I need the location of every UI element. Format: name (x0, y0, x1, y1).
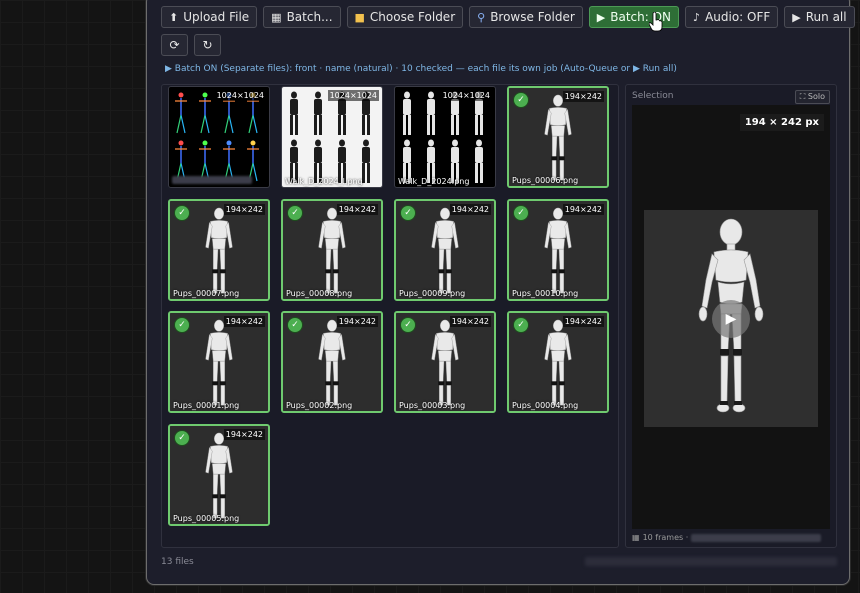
check-icon[interactable]: ✓ (513, 317, 529, 333)
check-icon[interactable]: ✓ (174, 204, 190, 221)
file-name: Pups_00005.png (173, 513, 240, 523)
refresh-icon: ⟳ (169, 38, 180, 52)
file-name: Pups_00003.png (399, 401, 466, 410)
frames-info: ▦ 10 frames · (632, 533, 822, 542)
choose-folder-button[interactable]: ■ Choose Folder (346, 6, 464, 28)
batch-status-text: ▶ Batch ON (Separate files): front · nam… (165, 64, 677, 74)
file-name: Walk_D_2024_l.png (285, 177, 363, 186)
frames-icon: ▦ (632, 533, 640, 542)
file-name: Pups_00010.png (512, 288, 579, 298)
solo-button[interactable]: ⛶ Solo (794, 90, 830, 104)
thumbnail-image (169, 87, 269, 187)
dimensions-label: 1024×1024 (440, 90, 492, 101)
file-tile[interactable]: 1024×1024 Walk_D_2024.png (394, 86, 496, 188)
dimensions-label: 194×242 (223, 428, 265, 440)
folder-icon: ■ (354, 10, 365, 24)
file-name: Pups_00008.png (286, 288, 353, 298)
dimensions-label: 194×242 (449, 203, 491, 215)
check-icon[interactable]: ✓ (174, 317, 190, 333)
file-tile[interactable]: 194×242 Pups_00005.png ✓ (168, 423, 270, 526)
check-icon[interactable]: ✓ (287, 317, 303, 333)
refresh-button[interactable]: ⟳ (161, 34, 188, 56)
file-tile[interactable]: 194×242 Pups_00003.png ✓ (394, 311, 496, 413)
dimensions-label: 194×242 (223, 203, 265, 215)
file-name: Pups_00002.png (286, 401, 353, 410)
file-name: Walk_D_2024.png (398, 177, 470, 186)
file-tile[interactable]: 194×242 Pups_00010.png ✓ (507, 198, 609, 301)
dimensions-label: 194×242 (336, 203, 378, 215)
upload-icon: ⬆ (169, 10, 179, 24)
file-tile[interactable]: 1024×1024 Walk_D_2024_l.png (281, 86, 383, 188)
file-tile[interactable]: 194×242 Pups_00008.png ✓ (281, 198, 383, 301)
dimensions-badge: 194 × 242 px (739, 114, 824, 131)
dimensions-label: 1024×1024 (327, 90, 379, 101)
audio-toggle-button[interactable]: ♪ Audio: OFF (685, 6, 779, 28)
batch-toggle-button[interactable]: ▶ Batch: ON (588, 6, 680, 28)
secondary-toolbar: ⟳ ↻ (161, 34, 221, 56)
file-tile[interactable]: 1024×1024 (168, 86, 270, 188)
redacted-path (585, 557, 837, 566)
dimensions-label: 194×242 (223, 316, 265, 327)
file-tile[interactable]: 194×242 Pups_00002.png ✓ (281, 311, 383, 413)
batch-button[interactable]: ▦ Batch... (263, 6, 341, 28)
toolbar: ⬆ Upload File ▦ Batch... ■ Choose Folder ⚲ B… (161, 6, 855, 28)
thumbnail-image (395, 87, 495, 187)
film-icon: ▦ (271, 10, 282, 24)
file-name: Pups_00001.png (173, 401, 240, 410)
redacted-info (691, 533, 822, 542)
reload-button[interactable]: ↻ (194, 34, 221, 56)
dimensions-label: 1024×1024 (214, 90, 266, 101)
file-tile[interactable]: 194×242 Pups_00009.png ✓ (394, 198, 496, 301)
check-icon[interactable]: ✓ (400, 204, 416, 221)
hand-cursor-icon (649, 12, 663, 32)
browse-folder-button[interactable]: ⚲ Browse Folder (469, 6, 583, 28)
dimensions-label: 194×242 (562, 91, 604, 102)
batch-panel: ⬆ Upload File ▦ Batch... ■ Choose Folder ⚲ B… (146, 0, 855, 585)
file-tile[interactable]: 194×242 Pups_00007.png ✓ (168, 198, 270, 301)
check-icon[interactable]: ✓ (400, 317, 416, 333)
file-name: Pups_00004.png (512, 401, 579, 410)
play-icon[interactable]: ▶ (712, 300, 750, 338)
file-tile[interactable]: 194×242 Pups_00006.png ✓ (507, 86, 609, 188)
file-count: 13 files (161, 557, 194, 567)
redo-icon: ↻ (202, 38, 213, 52)
selection-panel: Selection ⛶ Solo 194 × 242 px ▶ ▦ 10 fra… (625, 84, 837, 548)
dimensions-label: 194×242 (562, 316, 604, 327)
file-tile[interactable]: 194×242 Pups_00001.png ✓ (168, 311, 270, 413)
play-icon: ▶ (792, 10, 801, 24)
preview-area: 194 × 242 px ▶ (632, 105, 830, 529)
file-name: Pups_00007.png (173, 288, 240, 298)
play-icon: ▶ (596, 10, 606, 24)
file-name (172, 176, 252, 186)
dimensions-label: 194×242 (336, 316, 378, 327)
music-icon: ♪ (693, 10, 701, 24)
selection-label: Selection (632, 91, 674, 101)
check-icon[interactable]: ✓ (287, 204, 303, 221)
run-all-button[interactable]: ▶ Run all (784, 6, 855, 28)
magnifier-icon: ⚲ (477, 10, 486, 24)
check-icon[interactable]: ✓ (513, 92, 529, 108)
upload-file-button[interactable]: ⬆ Upload File (161, 6, 258, 28)
file-name: Pups_00009.png (399, 288, 466, 298)
check-icon[interactable]: ✓ (174, 429, 190, 446)
dimensions-label: 194×242 (449, 316, 491, 327)
check-icon[interactable]: ✓ (513, 204, 529, 221)
thumbnail-image (282, 87, 382, 187)
file-grid: 1024×1024 1024×1024 Walk_D_2024_l.png 1024×… (161, 84, 619, 548)
file-name: Pups_00006.png (512, 176, 579, 185)
file-tile[interactable]: 194×242 Pups_00004.png ✓ (507, 311, 609, 413)
dimensions-label: 194×242 (562, 203, 604, 215)
preview-image[interactable]: ▶ (644, 210, 818, 427)
